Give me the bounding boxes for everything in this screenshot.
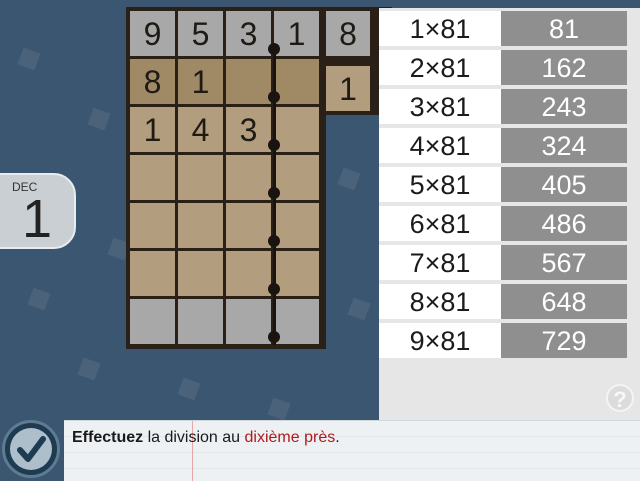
work-cell[interactable] (226, 203, 271, 248)
date-day: 1 (22, 189, 53, 249)
table-row-label: 9×81 (379, 323, 501, 358)
divisor-digit: 8 (326, 11, 370, 56)
table-row-label: 1×81 (379, 11, 501, 46)
instruction-box: Effectuez la division au dixième près. (64, 420, 640, 481)
decimal-point-marker[interactable] (268, 235, 280, 247)
table-row-label: 7×81 (379, 245, 501, 280)
work-cell[interactable]: 3 (226, 107, 271, 152)
table-row: 2×81 162 (379, 50, 640, 85)
table-row: 7×81 567 (379, 245, 640, 280)
work-cell[interactable] (226, 299, 271, 344)
work-cell[interactable] (130, 251, 175, 296)
work-cell[interactable] (178, 203, 223, 248)
decimal-point-marker[interactable] (268, 91, 280, 103)
instruction-highlight: dixième près (244, 429, 336, 446)
table-row: 6×81 486 (379, 206, 640, 241)
decimal-point-marker[interactable] (268, 331, 280, 343)
table-row-value: 486 (501, 206, 627, 241)
table-row: 8×81 648 (379, 284, 640, 319)
table-row: 3×81 243 (379, 89, 640, 124)
instruction-middle: la division au (143, 429, 245, 446)
quotient-digit[interactable]: 1 (326, 66, 370, 111)
work-cell[interactable] (178, 299, 223, 344)
table-row-value: 243 (501, 89, 627, 124)
decimal-point-marker[interactable] (268, 283, 280, 295)
work-cell[interactable] (130, 299, 175, 344)
work-cell[interactable] (226, 59, 271, 104)
check-icon (10, 428, 52, 470)
table-row-label: 3×81 (379, 89, 501, 124)
work-cell[interactable] (274, 107, 319, 152)
table-row-value: 648 (501, 284, 627, 319)
work-cell[interactable] (274, 155, 319, 200)
table-row-label: 4×81 (379, 128, 501, 163)
instruction-end: . (335, 429, 340, 446)
table-row-value: 324 (501, 128, 627, 163)
work-cell[interactable] (226, 155, 271, 200)
work-cell[interactable]: 4 (178, 107, 223, 152)
table-row-value: 729 (501, 323, 627, 358)
table-row: 5×81 405 (379, 167, 640, 202)
validate-button[interactable] (2, 420, 60, 478)
decimal-point-marker[interactable] (268, 187, 280, 199)
table-row-value: 81 (501, 11, 627, 46)
table-row-label: 6×81 (379, 206, 501, 241)
work-cell[interactable] (130, 155, 175, 200)
division-board: 9 5 3 1 8 1 1 4 3 (126, 7, 326, 349)
work-cell[interactable] (274, 59, 319, 104)
table-row-value: 405 (501, 167, 627, 202)
work-cell[interactable] (130, 203, 175, 248)
dividend-digit: 3 (226, 11, 271, 56)
instruction-verb: Effectuez (72, 429, 144, 446)
table-row: 9×81 729 (379, 323, 640, 358)
work-cell[interactable]: 1 (130, 107, 175, 152)
work-cell[interactable] (274, 251, 319, 296)
work-cell[interactable] (178, 251, 223, 296)
table-row-label: 5×81 (379, 167, 501, 202)
decimal-point-marker[interactable] (268, 43, 280, 55)
work-cell[interactable] (226, 251, 271, 296)
work-cell[interactable]: 1 (178, 59, 223, 104)
dividend-digit: 5 (178, 11, 223, 56)
table-row: 4×81 324 (379, 128, 640, 163)
instruction-text: Effectuez la division au dixième près. (72, 429, 340, 447)
table-row-value: 567 (501, 245, 627, 280)
dividend-digit: 1 (274, 11, 319, 56)
work-cell[interactable] (178, 155, 223, 200)
dividend-digit: 9 (130, 11, 175, 56)
work-cell[interactable]: 8 (130, 59, 175, 104)
work-cell[interactable] (274, 299, 319, 344)
table-row-label: 2×81 (379, 50, 501, 85)
multiplication-table: 1×81 81 2×81 162 3×81 243 4×81 324 5×81 … (379, 8, 640, 420)
table-row: 1×81 81 (379, 11, 640, 46)
work-cell[interactable] (274, 203, 319, 248)
date-badge: DEC 1 (0, 173, 76, 249)
decimal-point-marker[interactable] (268, 139, 280, 151)
table-row-value: 162 (501, 50, 627, 85)
table-row-label: 8×81 (379, 284, 501, 319)
question-mark-icon[interactable]: ? (606, 384, 634, 412)
